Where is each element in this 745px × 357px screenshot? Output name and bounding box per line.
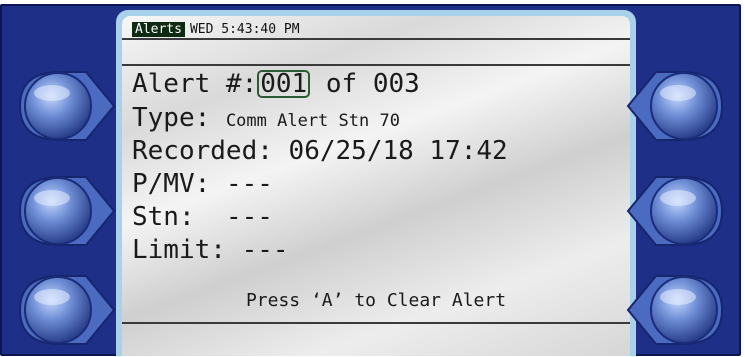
alert-number-label: Alert #: bbox=[132, 69, 258, 99]
left-softkey-2[interactable] bbox=[6, 171, 118, 251]
pmv-value: --- bbox=[225, 169, 273, 199]
right-softkey-1[interactable] bbox=[624, 66, 736, 146]
alert-of-label: of bbox=[325, 69, 358, 99]
alert-number-field[interactable]: 001 bbox=[257, 70, 311, 98]
right-softkey-2[interactable] bbox=[624, 171, 736, 251]
status-bar: Alerts WED 5:43:40 PM bbox=[132, 21, 300, 38]
limit-label: Limit: bbox=[132, 235, 226, 265]
header-divider-top bbox=[122, 38, 630, 40]
clear-alert-instruction: Press ‘A’ to Clear Alert bbox=[245, 290, 507, 311]
recorded-row: Recorded: 06/25/18 17:42 bbox=[132, 136, 508, 166]
header-divider-bottom bbox=[122, 64, 630, 66]
recorded-value: 06/25/18 17:42 bbox=[288, 136, 508, 166]
alert-total: 003 bbox=[372, 69, 420, 99]
footer-divider bbox=[122, 322, 630, 324]
screen-tab-alerts: Alerts bbox=[132, 22, 185, 37]
alert-type-row: Type: Comm Alert Stn 70 bbox=[132, 103, 400, 136]
right-softkey-3[interactable] bbox=[624, 270, 736, 350]
left-softkey-3[interactable] bbox=[6, 270, 118, 350]
stn-label: Stn: bbox=[132, 202, 195, 232]
clock-readout: WED 5:43:40 PM bbox=[189, 22, 300, 37]
type-label: Type: bbox=[132, 103, 211, 133]
pmv-label: P/MV: bbox=[132, 169, 211, 199]
limit-row: Limit: --- bbox=[132, 235, 289, 265]
lcd-screen: Alerts WED 5:43:40 PM Alert #: 001 of 003… bbox=[122, 16, 630, 356]
type-value: Comm Alert Stn 70 bbox=[225, 111, 400, 131]
left-softkey-1[interactable] bbox=[6, 66, 118, 146]
stn-value: --- bbox=[225, 202, 273, 232]
alert-index-row: Alert #: 001 of 003 bbox=[132, 69, 420, 99]
limit-value: --- bbox=[241, 235, 289, 265]
stn-row: Stn: --- bbox=[132, 202, 273, 232]
recorded-label: Recorded: bbox=[132, 136, 273, 166]
pmv-row: P/MV: --- bbox=[132, 169, 273, 199]
